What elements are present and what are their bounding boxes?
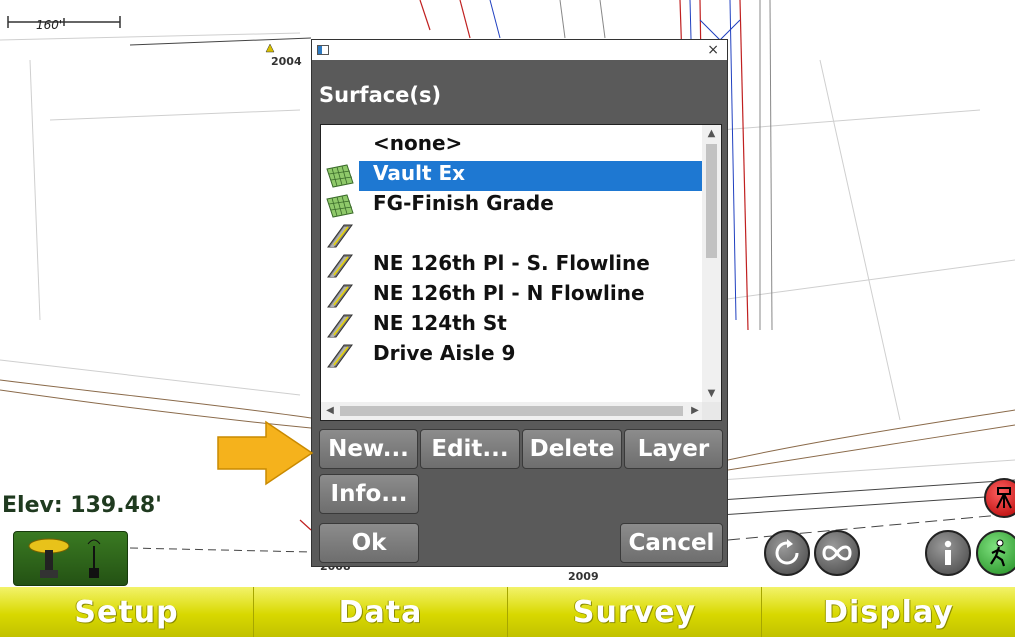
elevation-readout: Elev: 139.48' [2, 493, 162, 518]
scale-label: 160' [36, 18, 63, 32]
infinity-icon [822, 545, 852, 561]
list-item[interactable]: FG-Finish Grade [321, 191, 702, 221]
survey-tab[interactable]: Survey [508, 587, 762, 637]
list-item[interactable]: Vault Ex [321, 161, 702, 191]
list-item[interactable]: NE 126th Pl - S. Flowline [321, 251, 702, 281]
list-item-label: NE 124th St [373, 311, 507, 335]
cancel-button[interactable]: Cancel [620, 523, 723, 563]
surface-grid-icon [321, 191, 359, 221]
list-item-label: <none> [373, 131, 463, 155]
vertical-scrollbar[interactable]: ▲ ▼ [702, 125, 721, 403]
scroll-up-icon[interactable]: ▲ [702, 125, 721, 143]
main-navbar: Setup Data Survey Display [0, 587, 1015, 637]
edit-button[interactable]: Edit... [420, 429, 520, 469]
road-icon [321, 311, 359, 341]
display-tab[interactable]: Display [762, 587, 1015, 637]
surfaces-list[interactable]: <none> Vault Ex FG-Finish Grade NE 126th Pl… [320, 124, 722, 421]
road-icon [321, 221, 359, 251]
info-icon [944, 540, 952, 565]
list-item-label: NE 126th Pl - S. Flowline [373, 251, 650, 275]
tripod-icon [996, 487, 1012, 509]
close-icon[interactable]: × [707, 40, 719, 60]
surfaces-dialog: × Surface(s) <none> Vault Ex FG-Finish Gra… [311, 39, 728, 567]
scroll-thumb[interactable] [340, 406, 683, 416]
delete-button[interactable]: Delete [522, 429, 622, 469]
gps-status-button[interactable] [13, 531, 128, 586]
road-icon [321, 281, 359, 311]
horizontal-scrollbar[interactable]: ◀ ▶ [321, 402, 704, 420]
dialog-title: Surface(s) [319, 83, 442, 107]
list-item[interactable] [321, 221, 702, 251]
info-button[interactable]: Info... [319, 474, 419, 514]
zoom-extents-button[interactable] [814, 530, 860, 576]
setup-tab[interactable]: Setup [0, 587, 254, 637]
window-titlebar: × [312, 40, 727, 60]
rotate-icon [775, 539, 799, 565]
map-label: 2009 [568, 570, 599, 583]
walk-icon [990, 539, 1006, 567]
list-item-label: NE 126th Pl - N Flowline [373, 281, 645, 305]
scroll-corner [702, 402, 721, 420]
list-item-label: FG-Finish Grade [373, 191, 554, 215]
scroll-left-icon[interactable]: ◀ [321, 402, 339, 420]
gps-receiver-icon [28, 538, 101, 578]
list-item[interactable]: Drive Aisle 9 [321, 341, 702, 371]
window-icon [317, 45, 329, 55]
data-tab[interactable]: Data [254, 587, 508, 637]
info-button[interactable] [925, 530, 971, 576]
arrow-icon [217, 420, 314, 486]
ok-button[interactable]: Ok [319, 523, 419, 563]
list-item-label: Drive Aisle 9 [373, 341, 516, 365]
scroll-down-icon[interactable]: ▼ [702, 385, 721, 403]
surface-grid-icon [321, 161, 359, 191]
scroll-thumb[interactable] [706, 144, 717, 258]
list-item[interactable]: NE 126th Pl - N Flowline [321, 281, 702, 311]
new-button[interactable]: New... [319, 429, 418, 469]
road-icon [321, 341, 359, 371]
layer-button[interactable]: Layer [624, 429, 723, 469]
list-item[interactable]: NE 124th St [321, 311, 702, 341]
list-item[interactable]: <none> [321, 131, 702, 161]
map-label: 2004 [271, 55, 302, 68]
list-item-label: Vault Ex [359, 161, 702, 191]
rotate-button[interactable] [764, 530, 810, 576]
walk-mode-button[interactable] [976, 530, 1015, 576]
list-item-label [359, 221, 702, 251]
road-icon [321, 251, 359, 281]
